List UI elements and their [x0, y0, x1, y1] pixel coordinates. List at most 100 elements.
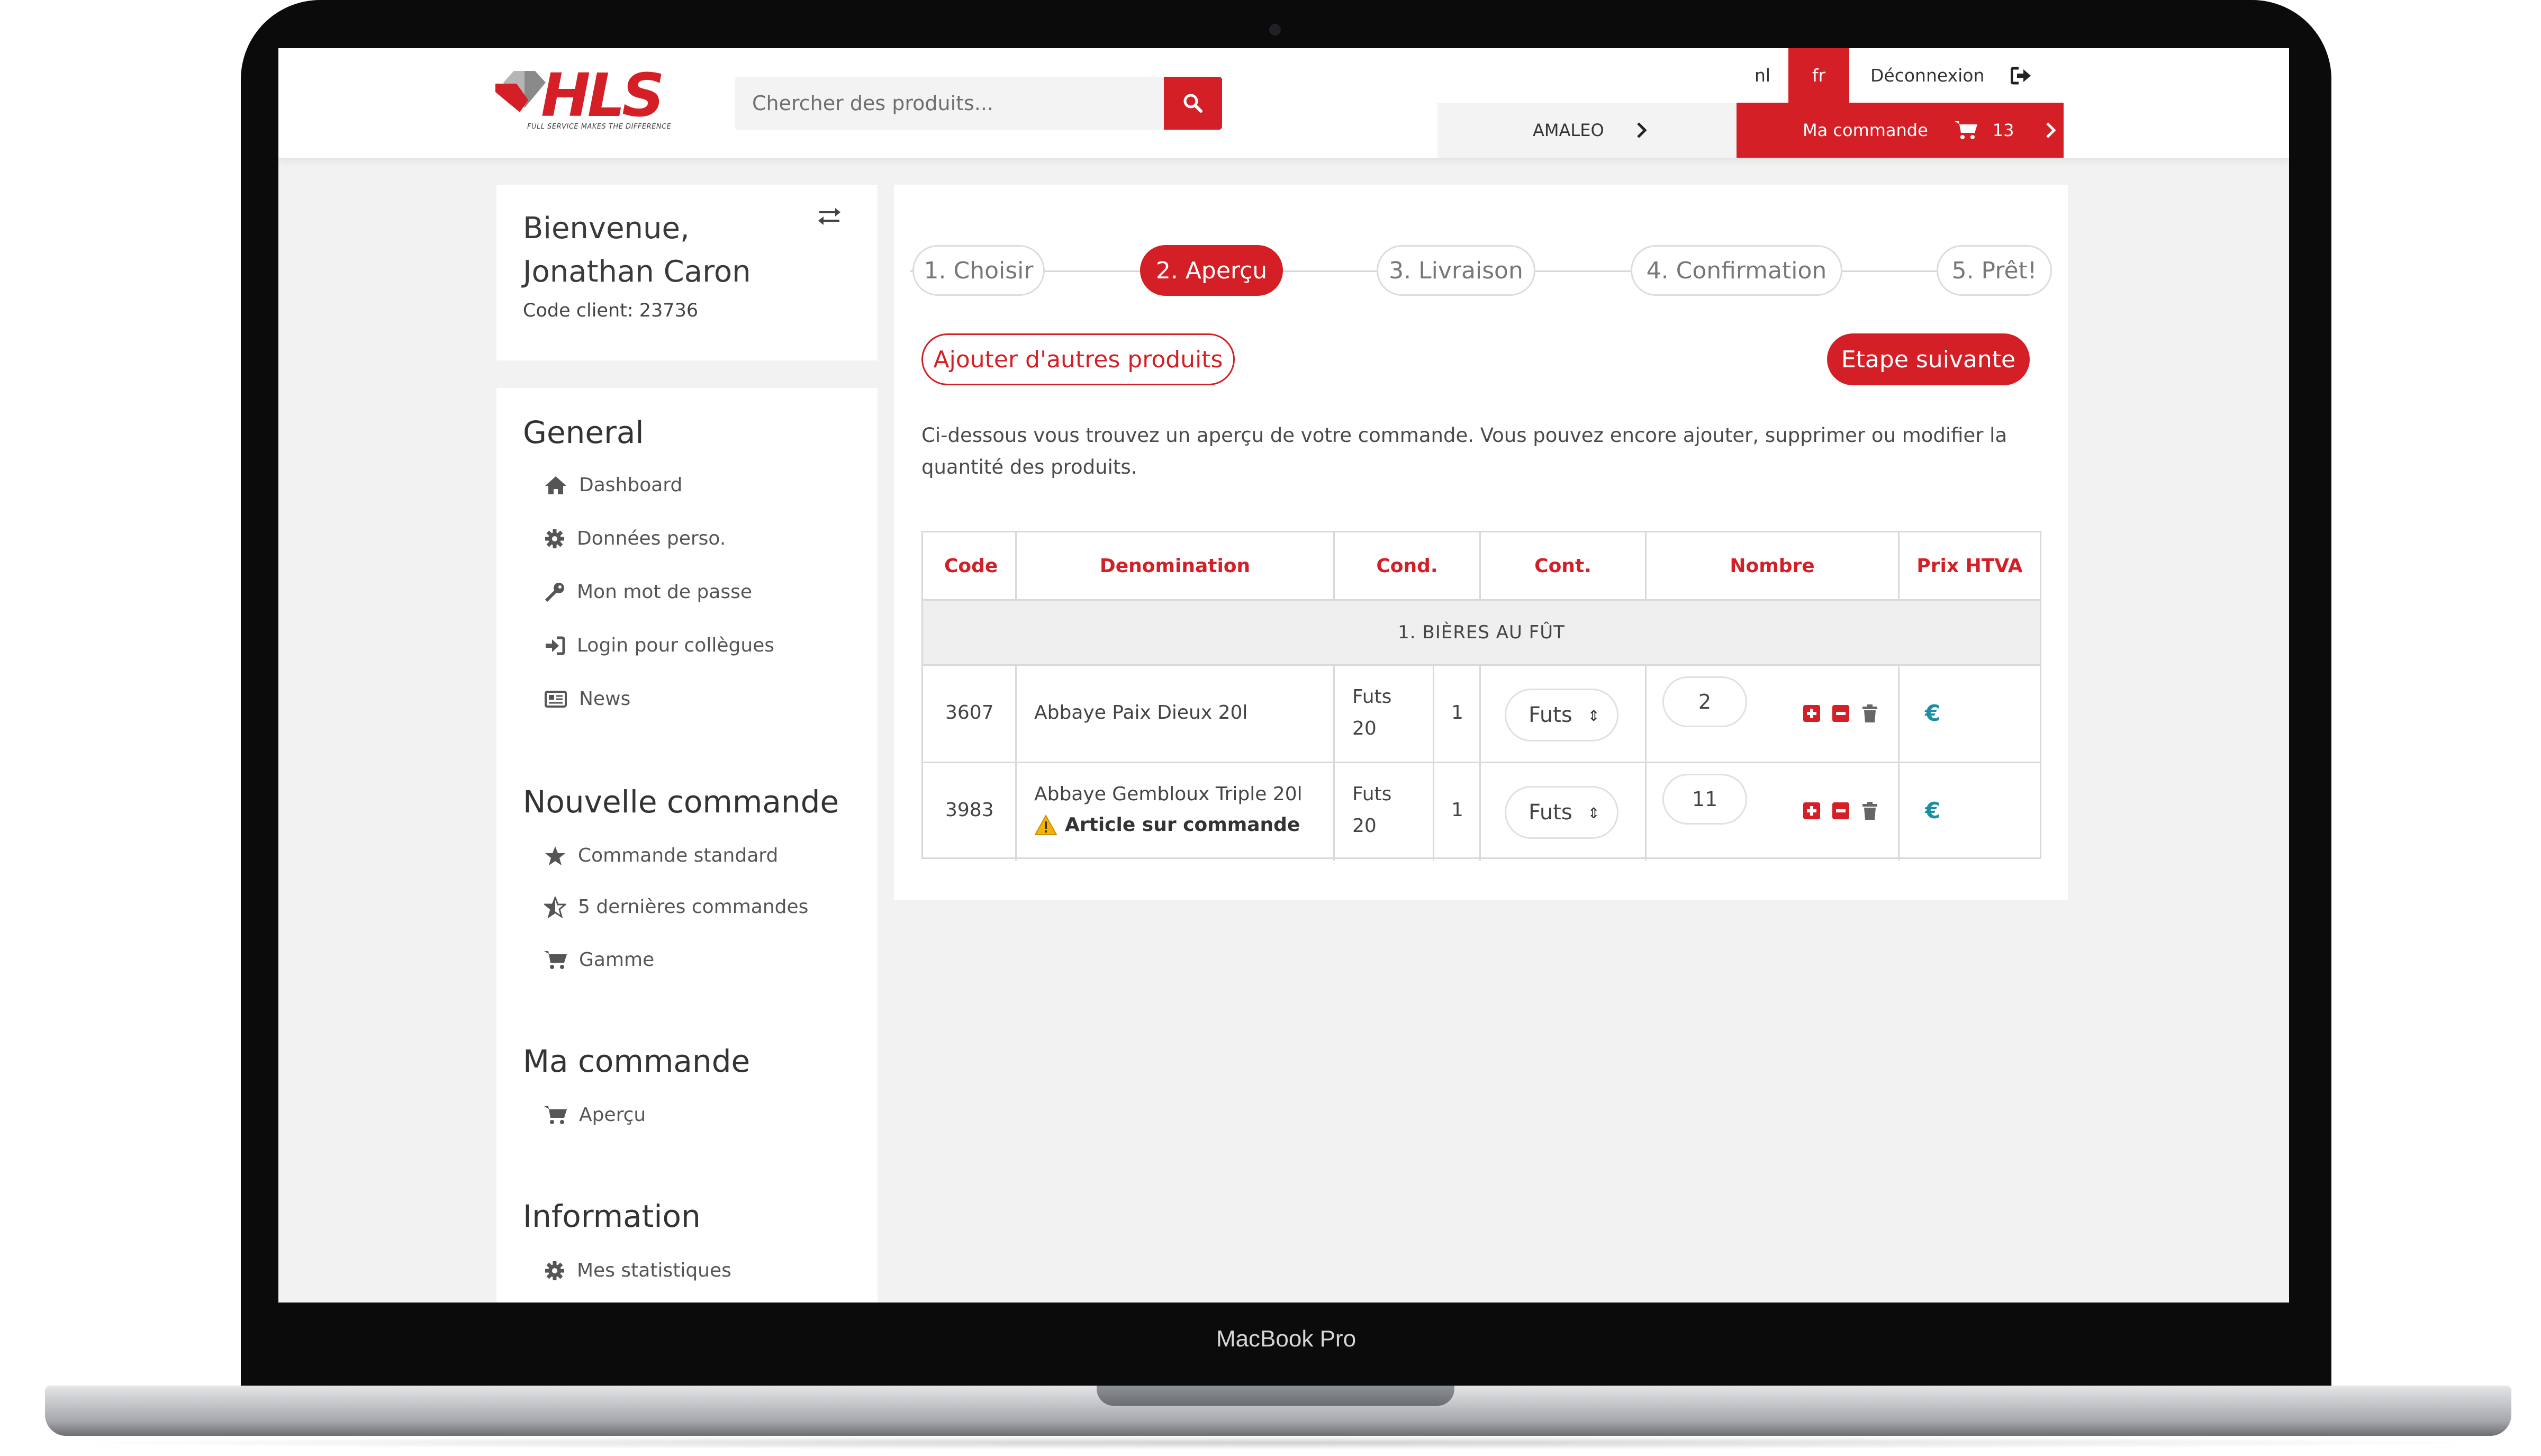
select-caret-icon: ⇕ — [1587, 804, 1600, 822]
cond-count: 1 — [1451, 702, 1463, 724]
screen: HLS FULL SERVICE MAKES THE DIFFERENCE nl… — [278, 48, 2289, 1303]
logo-text: HLS — [541, 61, 665, 130]
sidebar-item-password[interactable]: Mon mot de passe — [544, 581, 752, 603]
logo[interactable]: HLS FULL SERVICE MAKES THE DIFFERENCE — [495, 61, 671, 135]
sidebar-heading-information: Information — [523, 1198, 701, 1234]
sidebar-item-label: Mon mot de passe — [577, 581, 753, 603]
cond-size: 20 — [1352, 718, 1377, 739]
quantity-cell — [1647, 666, 1900, 762]
price-cell: € — [1900, 763, 2040, 861]
exchange-icon[interactable] — [816, 206, 843, 227]
sidebar-item-standard-order[interactable]: Commande standard — [544, 845, 778, 866]
table-row: 3607 Abbaye Paix Dieux 20l Futs 20 1 Fut… — [923, 666, 2040, 763]
increase-button[interactable] — [1803, 802, 1821, 820]
sidebar-item-personal-data[interactable]: Données perso. — [544, 528, 726, 549]
sidebar-item-label: Commande standard — [578, 845, 779, 866]
step-choose[interactable]: 1. Choisir — [912, 245, 1045, 296]
price-value: € — [1925, 700, 1941, 726]
sidebar-item-news[interactable]: News — [544, 688, 630, 710]
select-caret-icon: ⇕ — [1587, 707, 1600, 725]
column-header-price: Prix HTVA — [1916, 555, 2023, 577]
chevron-right-icon — [1636, 122, 1647, 138]
sidebar-item-label: Login pour collègues — [577, 635, 775, 656]
delete-button[interactable] — [1861, 802, 1879, 820]
step-ready[interactable]: 5. Prêt! — [1937, 245, 2052, 296]
column-header-code: Code — [923, 532, 1017, 599]
code-cell: 3983 — [923, 763, 1017, 861]
cond-cell: Futs 20 — [1335, 666, 1434, 762]
my-order-button[interactable]: Ma commande 13 — [1737, 103, 2064, 158]
product-code: 3983 — [945, 799, 994, 821]
container-select[interactable]: Futs ⇕ — [1505, 786, 1618, 839]
add-products-button[interactable]: Ajouter d'autres produits — [921, 333, 1235, 385]
client-code: Code client: 23736 — [523, 300, 699, 321]
cont-cell: Futs ⇕ — [1481, 763, 1647, 861]
step-overview[interactable]: 2. Aperçu — [1140, 245, 1283, 296]
home-icon — [545, 476, 566, 494]
cart-count: 13 — [1992, 120, 2014, 140]
camera-dot — [1269, 24, 1281, 35]
step-confirmation[interactable]: 4. Confirmation — [1631, 245, 1842, 296]
denomination-cell: Abbaye Gembloux Triple 20l Article sur c… — [1017, 763, 1335, 861]
account-dropdown[interactable]: AMALEO — [1437, 103, 1737, 158]
sidebar-heading-my-order: Ma commande — [523, 1043, 750, 1079]
sidebar-heading-new-order: Nouvelle commande — [523, 784, 839, 820]
cond-size: 20 — [1352, 815, 1377, 837]
top-navbar: HLS FULL SERVICE MAKES THE DIFFERENCE nl… — [278, 48, 2289, 158]
container-select[interactable]: Futs ⇕ — [1505, 689, 1618, 741]
chevron-right-icon — [2046, 122, 2056, 138]
sidebar-item-last-orders[interactable]: 5 dernières commandes — [544, 896, 808, 918]
sidebar-item-overview[interactable]: Aperçu — [544, 1104, 646, 1126]
sidebar-item-range[interactable]: Gamme — [544, 949, 654, 971]
cart-icon — [544, 951, 567, 969]
sign-in-icon — [546, 636, 565, 655]
warning-icon — [1034, 814, 1057, 835]
price-cell: € — [1900, 666, 2040, 762]
gear-icon — [545, 1261, 564, 1280]
code-cell: 3607 — [923, 666, 1017, 762]
cart-icon — [1954, 121, 1977, 139]
sidebar-item-label: Gamme — [579, 949, 655, 971]
denomination-cell: Abbaye Paix Dieux 20l — [1017, 666, 1335, 762]
sidebar-item-dashboard[interactable]: Dashboard — [544, 474, 682, 496]
product-name: Abbaye Gembloux Triple 20l — [1034, 783, 1303, 805]
sidebar-item-label: 5 dernières commandes — [578, 896, 809, 918]
sidebar: General Dashboard Données perso. Mon mot… — [496, 388, 878, 1303]
lang-nl-link[interactable]: nl — [1737, 48, 1788, 103]
minus-square-icon — [1832, 802, 1849, 819]
intro-text: Ci-dessous vous trouvez un aperçu de vot… — [921, 424, 2008, 447]
sign-out-icon — [2011, 67, 2031, 84]
order-panel: 1. Choisir 2. Aperçu 3. Livraison 4. Con… — [894, 185, 2068, 900]
quantity-input[interactable] — [1662, 676, 1747, 727]
cond-unit: Futs — [1352, 686, 1392, 708]
product-note: Article sur commande — [1034, 814, 1300, 836]
product-name: Abbaye Paix Dieux 20l — [1034, 702, 1248, 724]
delete-button[interactable] — [1861, 704, 1879, 722]
search-input[interactable] — [735, 77, 1164, 130]
sidebar-item-colleague-login[interactable]: Login pour collègues — [544, 635, 774, 656]
user-card: Bienvenue, Jonathan Caron Code client: 2… — [496, 185, 878, 360]
column-header-quantity: Nombre — [1647, 532, 1900, 599]
cond-cell: Futs 20 — [1335, 763, 1434, 861]
lang-fr-link[interactable]: fr — [1788, 48, 1849, 103]
container-select-value: Futs — [1529, 800, 1572, 825]
cond-count-cell: 1 — [1434, 763, 1481, 861]
user-name: Jonathan Caron — [523, 255, 751, 289]
search-button[interactable] — [1164, 77, 1222, 130]
logout-link[interactable]: Déconnexion — [1849, 48, 2064, 103]
quantity-input[interactable] — [1662, 774, 1747, 825]
increase-button[interactable] — [1803, 704, 1821, 722]
plus-square-icon — [1803, 705, 1820, 722]
step-delivery[interactable]: 3. Livraison — [1377, 245, 1535, 296]
product-note-text: Article sur commande — [1065, 814, 1300, 836]
trash-icon — [1862, 802, 1877, 820]
sidebar-item-label: News — [579, 688, 631, 710]
sidebar-item-statistics[interactable]: Mes statistiques — [544, 1260, 731, 1281]
decrease-button[interactable] — [1832, 704, 1850, 722]
decrease-button[interactable] — [1832, 802, 1850, 820]
device-label: MacBook Pro — [1216, 1326, 1357, 1352]
trash-icon — [1862, 704, 1877, 722]
next-step-button[interactable]: Etape suivante — [1827, 333, 2030, 385]
plus-square-icon — [1803, 802, 1820, 819]
column-header-cond: Cond. — [1335, 532, 1481, 599]
